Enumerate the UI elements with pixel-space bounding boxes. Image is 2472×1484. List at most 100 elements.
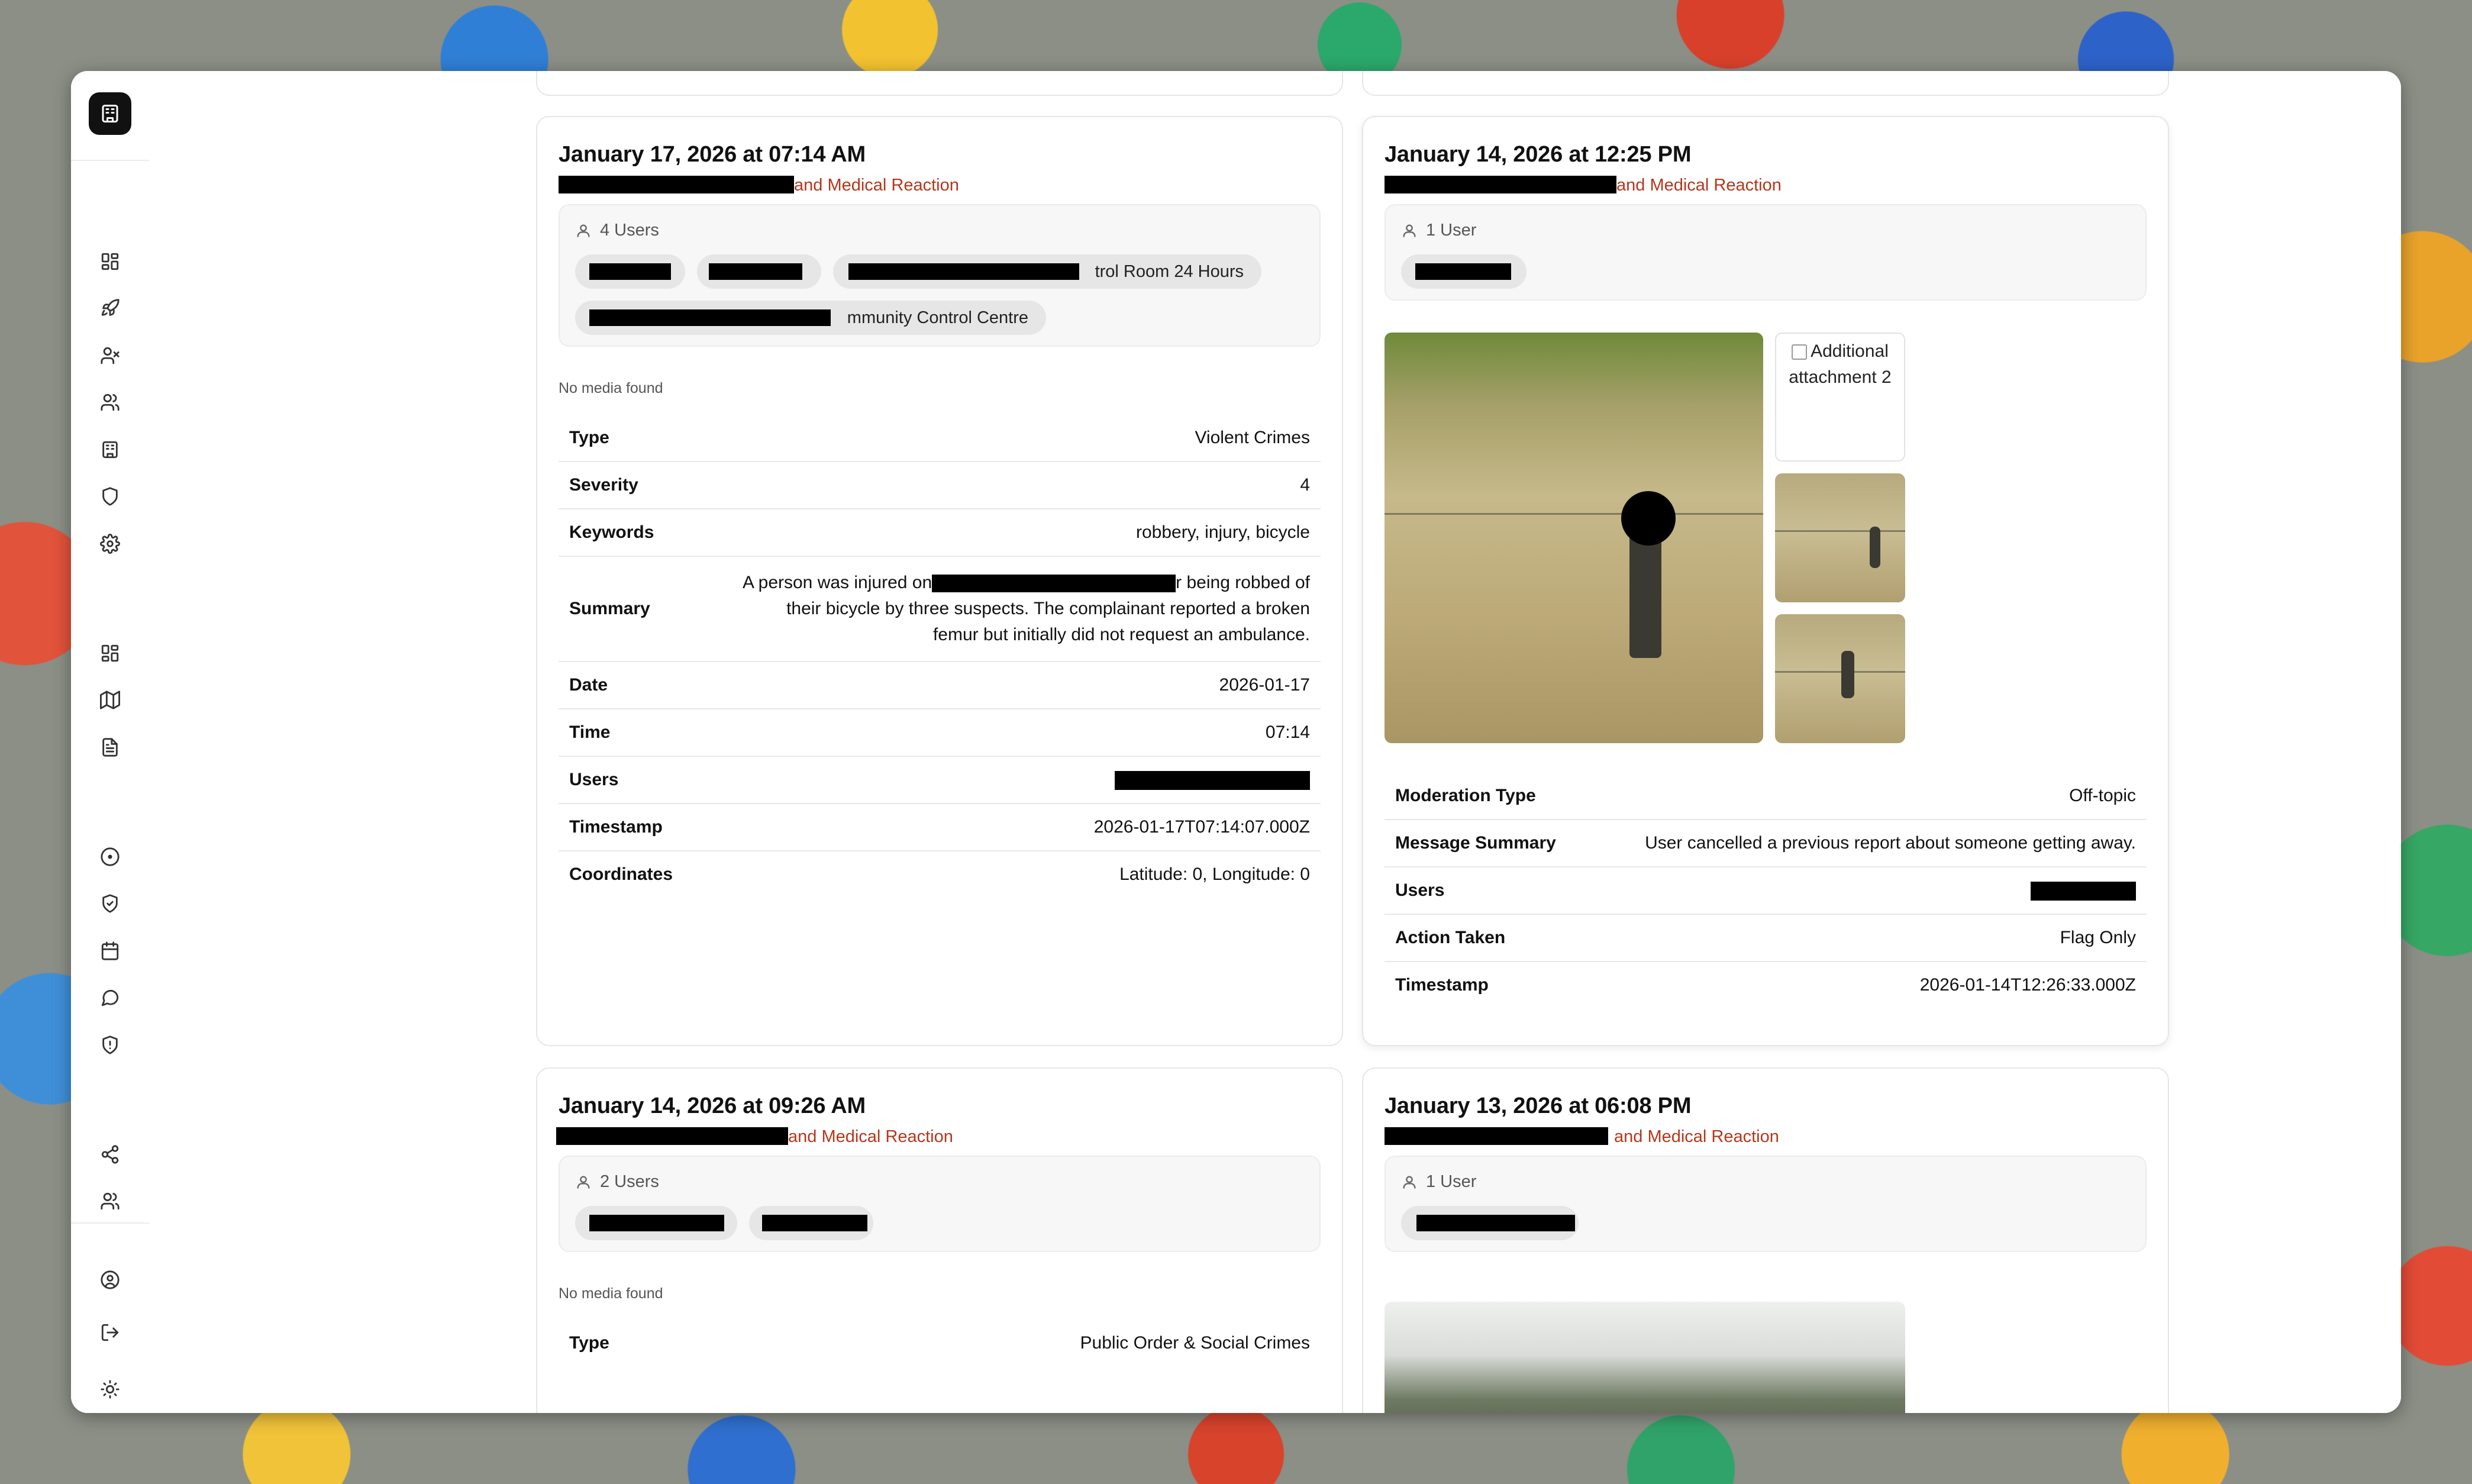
redaction-bar <box>559 176 794 193</box>
nav-overview[interactable] <box>97 640 123 666</box>
redaction-bar <box>1115 771 1310 791</box>
shield-icon <box>102 487 118 506</box>
report-card: January 13, 2026 at 06:08 PM and Medical… <box>1362 1067 2169 1413</box>
nav-integrations[interactable] <box>97 1141 123 1167</box>
nav-logout[interactable] <box>97 1320 123 1346</box>
nav-security[interactable] <box>97 483 123 509</box>
summary-value: A person was injured on r being robbed of… <box>692 556 1321 662</box>
redaction-bar <box>932 575 1176 593</box>
no-media-text: No media found <box>559 1285 663 1302</box>
table-row: Summary A person was injured on r being r… <box>559 556 1321 662</box>
report-card: January 14, 2026 at 09:26 AM and Medical… <box>536 1067 1343 1413</box>
report-card <box>1362 71 2169 96</box>
app-logo[interactable] <box>89 92 131 135</box>
nav-organizations[interactable] <box>97 437 123 463</box>
user-chip[interactable]: mmunity Control Centre <box>575 301 1046 335</box>
nav-moderation[interactable] <box>97 891 123 917</box>
table-row: Coordinates Latitude: 0, Longitude: 0 <box>569 864 1310 885</box>
users-count: 4 Users <box>600 221 659 240</box>
nav-settings[interactable] <box>97 531 123 557</box>
attachment-thumbnail[interactable] <box>1775 614 1905 743</box>
nav-team[interactable] <box>97 1188 123 1214</box>
redaction-bar <box>1415 263 1511 280</box>
details-table: Type Violent Crimes Severity 4 Keywords rob… <box>559 415 1321 898</box>
card-title: January 17, 2026 at 07:14 AM <box>559 142 866 167</box>
broken-image-icon <box>1792 344 1808 360</box>
nav-blocked-users[interactable] <box>97 343 123 369</box>
user-chip[interactable] <box>1401 254 1527 289</box>
table-row: Date 2026-01-17 <box>559 662 1321 709</box>
table-row: Time 07:14 <box>559 709 1321 757</box>
redaction-bar <box>589 1215 724 1231</box>
redaction-bar <box>762 1215 867 1231</box>
users-box: 1 User <box>1385 204 2147 301</box>
document-icon <box>102 738 118 757</box>
user-chip[interactable] <box>1401 1206 1579 1240</box>
logout-icon <box>101 1324 119 1341</box>
no-media-text: No media found <box>559 380 663 396</box>
sidebar-divider <box>71 1222 149 1224</box>
redaction-bar <box>1385 176 1616 193</box>
table-row: Users <box>559 756 1321 805</box>
nav-incidents[interactable] <box>97 844 123 870</box>
card-title: January 14, 2026 at 09:26 AM <box>559 1093 866 1118</box>
user-chip[interactable] <box>697 254 821 289</box>
attachment-thumbnail[interactable] <box>1775 473 1905 602</box>
nav-launch[interactable] <box>97 295 123 321</box>
report-card: January 17, 2026 at 07:14 AM and Medical… <box>536 116 1343 1046</box>
redaction-bar <box>1416 1215 1575 1231</box>
details-table: Type Public Order & Social Crimes <box>559 1320 1321 1366</box>
user-chip[interactable] <box>575 254 685 289</box>
card-title: January 13, 2026 at 06:08 PM <box>1385 1093 1692 1118</box>
nav-alerts[interactable] <box>97 1032 123 1058</box>
users-icon <box>101 393 120 411</box>
redaction-bar <box>556 1127 788 1145</box>
users-count: 1 User <box>1426 221 1477 240</box>
card-title: January 14, 2026 at 12:25 PM <box>1385 142 1692 167</box>
user-chip[interactable]: trol Room 24 Hours <box>833 254 1261 289</box>
nav-calendar[interactable] <box>97 938 123 964</box>
building-icon <box>102 105 118 122</box>
attachment-image[interactable] <box>1385 1302 1905 1413</box>
theme-toggle[interactable] <box>97 1376 123 1402</box>
dashboard-icon <box>101 644 119 662</box>
user-icon <box>577 1176 590 1188</box>
nav-dashboard[interactable] <box>97 249 123 275</box>
table-row: Keywords robbery, injury, bicycle <box>559 509 1321 557</box>
moderation-table: Moderation Type Off-topic Message Summary… <box>1385 773 2147 1008</box>
table-row: Action Taken Flag Only <box>1385 914 2147 963</box>
users-box: 4 Users trol Room 24 Hours mmunity Contr… <box>559 204 1321 347</box>
card-category[interactable]: and Medical Reaction <box>1385 1127 2147 1147</box>
card-category[interactable]: and Medical Reaction <box>556 1127 1321 1147</box>
table-row: Timestamp 2026-01-14T12:26:33.000Z <box>1395 975 2136 995</box>
user-chip[interactable] <box>575 1206 737 1240</box>
sidebar <box>71 71 150 1413</box>
user-chip[interactable] <box>749 1206 873 1240</box>
building-icon <box>102 441 118 459</box>
users-count: 1 User <box>1426 1172 1477 1191</box>
redaction-bar <box>709 263 802 280</box>
card-category[interactable]: and Medical Reaction <box>1385 176 2147 196</box>
nav-messages[interactable] <box>97 985 123 1011</box>
users-icon <box>101 1192 120 1210</box>
nav-reports[interactable] <box>97 734 123 760</box>
nav-users[interactable] <box>97 389 123 415</box>
nav-map[interactable] <box>97 687 123 713</box>
table-row: Type Violent Crimes <box>559 415 1321 462</box>
table-row: Message Summary User cancelled a previous… <box>1385 820 2147 867</box>
settings-icon <box>100 534 120 554</box>
attachment-broken[interactable]: Additional attachment 2 <box>1775 333 1905 462</box>
user-icon <box>577 224 590 237</box>
sidebar-divider <box>71 160 149 161</box>
nav-profile[interactable] <box>97 1267 123 1293</box>
users-count: 2 Users <box>600 1172 659 1191</box>
users-box: 1 User <box>1385 1156 2147 1252</box>
redaction-bar <box>2031 882 2136 901</box>
attachment-image[interactable] <box>1385 333 1763 743</box>
user-circle-icon <box>101 1270 120 1289</box>
table-row: Severity 4 <box>559 462 1321 509</box>
card-category[interactable]: and Medical Reaction <box>559 176 1321 196</box>
dashboard-icon <box>101 253 119 270</box>
table-row: Timestamp 2026-01-17T07:14:07.000Z <box>559 804 1321 852</box>
main-content[interactable]: January 17, 2026 at 07:14 AM and Medical… <box>149 71 2401 1413</box>
